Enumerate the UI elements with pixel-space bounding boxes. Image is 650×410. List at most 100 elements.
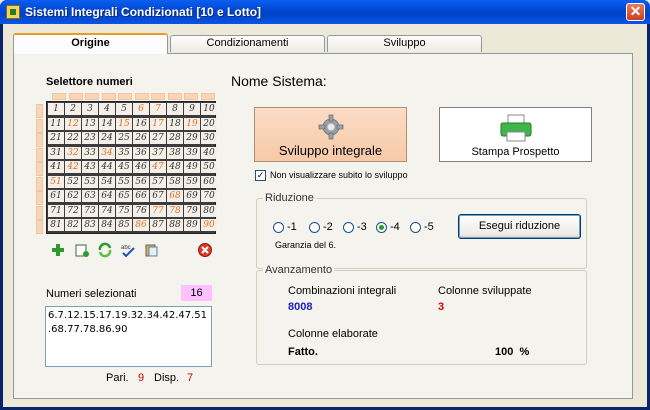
number-cell[interactable]: 27: [150, 132, 166, 144]
number-cell[interactable]: 68: [167, 190, 183, 202]
tab-origine[interactable]: Origine: [13, 33, 168, 54]
column-selector[interactable]: [134, 93, 149, 100]
row-selector[interactable]: [36, 133, 43, 147]
number-cell[interactable]: 4: [99, 103, 115, 115]
add-icon[interactable]: [50, 242, 66, 258]
number-cell[interactable]: 22: [65, 132, 81, 144]
sviluppo-integrale-button[interactable]: Sviluppo integrale: [254, 107, 407, 162]
close-button[interactable]: ✕: [626, 3, 645, 21]
tab-sviluppo[interactable]: Sviluppo: [327, 35, 482, 52]
number-cell[interactable]: 51: [48, 175, 64, 188]
number-cell[interactable]: 40: [201, 146, 217, 159]
column-selector[interactable]: [151, 93, 165, 100]
riduzione-radio-1[interactable]: [273, 222, 284, 233]
riduzione-radio-4[interactable]: [376, 222, 387, 233]
number-cell[interactable]: 38: [167, 146, 183, 159]
number-cell[interactable]: 48: [167, 161, 183, 173]
number-cell[interactable]: 35: [116, 146, 132, 159]
number-cell[interactable]: 88: [167, 219, 183, 231]
number-cell[interactable]: 47: [150, 161, 166, 173]
number-cell[interactable]: 55: [116, 175, 132, 188]
row-selector[interactable]: [36, 104, 43, 118]
number-cell[interactable]: 77: [150, 204, 166, 217]
number-cell[interactable]: 7: [150, 103, 166, 115]
number-cell[interactable]: 83: [82, 219, 98, 231]
number-cell[interactable]: 70: [201, 190, 217, 202]
number-cell[interactable]: 43: [82, 161, 98, 173]
number-cell[interactable]: 74: [99, 204, 115, 217]
number-cell[interactable]: 19: [184, 117, 200, 130]
number-cell[interactable]: 73: [82, 204, 98, 217]
number-cell[interactable]: 69: [184, 190, 200, 202]
row-selector[interactable]: [36, 220, 43, 234]
riduzione-radio-2[interactable]: [309, 222, 320, 233]
column-selector[interactable]: [85, 93, 99, 100]
number-cell[interactable]: 56: [133, 175, 149, 188]
number-cell[interactable]: 53: [82, 175, 98, 188]
row-selector[interactable]: [36, 147, 43, 162]
number-cell[interactable]: 5: [116, 103, 132, 115]
row-selector[interactable]: [36, 162, 43, 176]
number-cell[interactable]: 28: [167, 132, 183, 144]
number-cell[interactable]: 31: [48, 146, 64, 159]
number-cell[interactable]: 76: [133, 204, 149, 217]
no-view-checkbox[interactable]: ✓: [255, 170, 266, 181]
number-cell[interactable]: 78: [167, 204, 183, 217]
number-cell[interactable]: 72: [65, 204, 81, 217]
column-selector[interactable]: [118, 93, 132, 100]
number-cell[interactable]: 46: [133, 161, 149, 173]
number-cell[interactable]: 18: [167, 117, 183, 130]
number-cell[interactable]: 14: [99, 117, 115, 130]
number-cell[interactable]: 65: [116, 190, 132, 202]
number-cell[interactable]: 21: [48, 132, 64, 144]
stampa-prospetto-button[interactable]: Stampa Prospetto: [439, 107, 592, 162]
number-cell[interactable]: 30: [201, 132, 217, 144]
number-cell[interactable]: 50: [201, 161, 217, 173]
number-cell[interactable]: 16: [133, 117, 149, 130]
number-cell[interactable]: 80: [201, 204, 217, 217]
number-cell[interactable]: 33: [82, 146, 98, 159]
number-cell[interactable]: 45: [116, 161, 132, 173]
number-cell[interactable]: 89: [184, 219, 200, 231]
number-cell[interactable]: 41: [48, 161, 64, 173]
number-cell[interactable]: 13: [82, 117, 98, 130]
number-cell[interactable]: 15: [116, 117, 132, 130]
title-bar[interactable]: Sistemi Integrali Condizionati [10 e Lot…: [0, 0, 650, 24]
number-cell[interactable]: 87: [150, 219, 166, 231]
number-cell[interactable]: 9: [184, 103, 200, 115]
number-cell[interactable]: 23: [82, 132, 98, 144]
column-selector[interactable]: [184, 93, 198, 100]
column-selector[interactable]: [101, 93, 116, 100]
number-cell[interactable]: 57: [150, 175, 166, 188]
number-cell[interactable]: 66: [133, 190, 149, 202]
riduzione-radio-3[interactable]: [343, 222, 354, 233]
column-selector[interactable]: [167, 93, 182, 100]
number-cell[interactable]: 24: [99, 132, 115, 144]
number-cell[interactable]: 79: [184, 204, 200, 217]
number-cell[interactable]: 1: [48, 103, 64, 115]
esegui-riduzione-button[interactable]: Esegui riduzione: [458, 214, 581, 239]
refresh-icon[interactable]: [97, 242, 113, 258]
column-selector[interactable]: [68, 93, 83, 100]
number-cell[interactable]: 36: [133, 146, 149, 159]
number-cell[interactable]: 6: [133, 103, 149, 115]
row-selector[interactable]: [36, 205, 43, 220]
number-cell[interactable]: 90: [201, 219, 217, 231]
number-cell[interactable]: 82: [65, 219, 81, 231]
number-cell[interactable]: 59: [184, 175, 200, 188]
column-selector[interactable]: [52, 93, 66, 100]
number-cell[interactable]: 20: [201, 117, 217, 130]
number-cell[interactable]: 52: [65, 175, 81, 188]
number-grid[interactable]: 1 2 3 4 5 6 7 8 9 10 11 12 13 14 15 16 17 18 19 20 21 22 23 24 2…: [46, 101, 217, 234]
number-cell[interactable]: 61: [48, 190, 64, 202]
number-cell[interactable]: 8: [167, 103, 183, 115]
number-cell[interactable]: 75: [116, 204, 132, 217]
selected-numbers-field[interactable]: 6.7.12.15.17.19.32.34.42.47.51.68.77.78.…: [45, 306, 212, 367]
number-cell[interactable]: 67: [150, 190, 166, 202]
number-cell[interactable]: 58: [167, 175, 183, 188]
number-cell[interactable]: 17: [150, 117, 166, 130]
number-cell[interactable]: 26: [133, 132, 149, 144]
row-selector[interactable]: [36, 176, 43, 191]
tab-condizionamenti[interactable]: Condizionamenti: [170, 35, 325, 52]
new-sheet-icon[interactable]: [74, 242, 90, 258]
